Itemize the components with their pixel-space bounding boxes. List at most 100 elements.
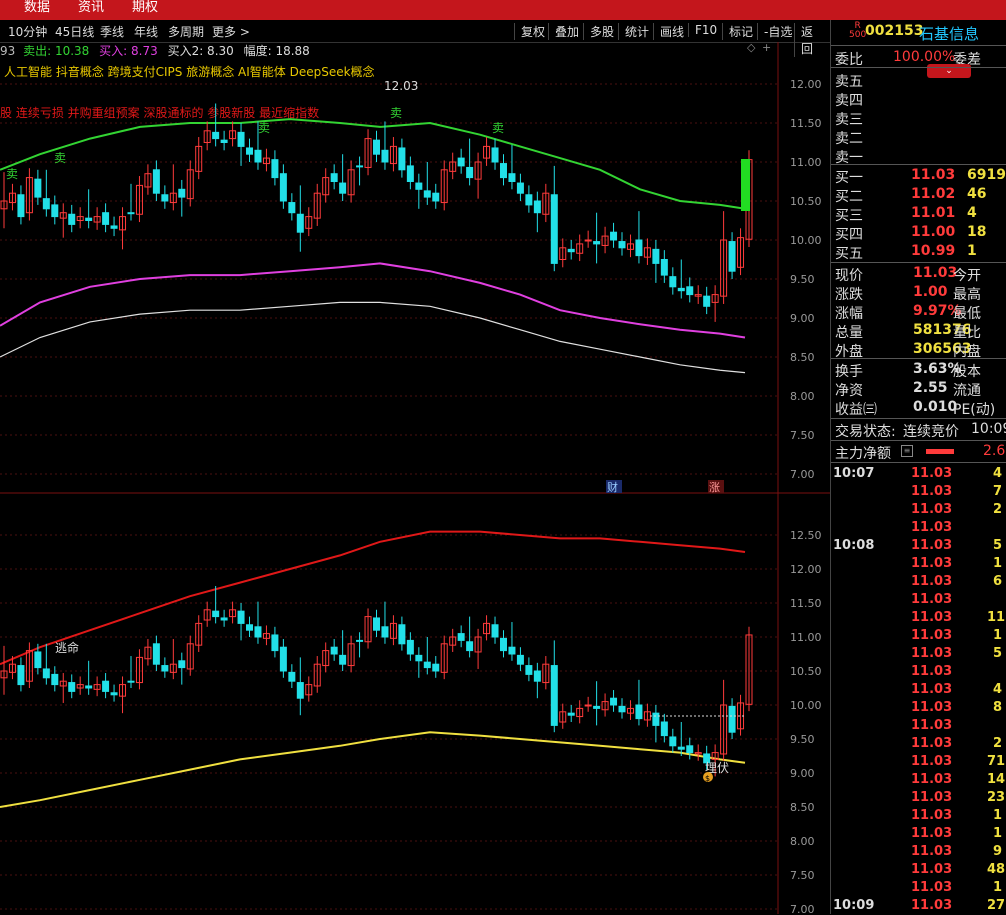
tick-row: 11.03 71: [831, 753, 1006, 771]
fund-label: 净资: [835, 383, 863, 399]
candle-body: [703, 295, 711, 307]
candle-body: [584, 239, 592, 242]
bid-level-row: 买三 11.01 4: [831, 204, 1006, 224]
quote-row: 涨幅 9.97% 最低: [831, 302, 1006, 322]
candle-body: [415, 654, 423, 662]
stock-code: 002153: [865, 23, 924, 39]
coin-icon-label: $: [705, 774, 710, 783]
price-tick-label: 7.50: [790, 869, 815, 882]
candle-body: [652, 712, 660, 726]
candle-body: [423, 661, 431, 669]
candle-body: [660, 259, 668, 276]
main-net-icon: ≡: [901, 445, 913, 457]
candle-body: [373, 617, 380, 631]
ma-red-line: [0, 530, 746, 666]
candle-body: [669, 736, 677, 747]
candle-body: [42, 198, 50, 210]
candle-body: [491, 147, 499, 163]
tick-row: 11.03 1: [831, 825, 1006, 843]
candle-body: [373, 139, 380, 155]
tick-price: 11.03: [911, 592, 953, 607]
ask-level-row: 卖二: [831, 127, 1006, 147]
tick-price: 11.03: [911, 718, 953, 733]
fund-label: 收益㈢: [835, 402, 877, 418]
candle-body: [635, 704, 643, 720]
candle-body: [499, 163, 507, 179]
candle-body: [339, 182, 347, 194]
price-tick-label: 10.00: [790, 699, 822, 712]
escape-signal-label: 逃命: [55, 640, 79, 655]
candle-body: [457, 633, 465, 641]
tick-row: 11.03 1: [831, 555, 1006, 573]
sell-signal-label: 卖: [390, 106, 402, 120]
price-tick-label: 7.50: [790, 429, 815, 442]
tick-price: 11.03: [911, 700, 953, 715]
price-tick-label: 12.50: [790, 529, 822, 542]
ask-label: 卖三: [835, 112, 863, 128]
tick-row: 11.03 9: [831, 843, 1006, 861]
tick-price: 11.03: [911, 520, 953, 535]
tick-row: 11.03 1: [831, 627, 1006, 645]
kline-chart[interactable]: 12.00 11.50 11.00 10.50 10.00 9.50 9.00 8.50 8.0…: [0, 0, 830, 914]
candle-body: [567, 248, 575, 253]
price-tick-label: 9.00: [790, 312, 815, 325]
candle-body: [567, 712, 575, 716]
candle-body: [728, 241, 736, 272]
fund-right-label: 流通: [953, 383, 981, 399]
bid-price: 11.03: [911, 167, 956, 183]
tick-price: 11.03: [911, 844, 953, 859]
candle-body: [398, 147, 406, 171]
tick-row: 11.03 14: [831, 771, 1006, 789]
tick-volume: 8: [993, 700, 1003, 715]
ma-magenta-line: [0, 262, 746, 339]
candle-body: [381, 626, 389, 638]
ask-level-row: 卖五: [831, 70, 1006, 90]
tick-row: 11.03 2: [831, 501, 1006, 519]
tick-volume: 48: [987, 862, 1006, 877]
candle-body: [237, 131, 245, 147]
candle-body: [593, 241, 601, 245]
tick-volume: 9: [993, 844, 1003, 859]
bid-level-row: 买四 11.00 18: [831, 223, 1006, 243]
candle-body: [610, 697, 618, 706]
price-tick-label: 8.00: [790, 390, 815, 403]
candle-body: [237, 610, 245, 624]
ask-label: 卖四: [835, 93, 863, 109]
tick-row: 10:09 11.03 27: [831, 897, 1006, 915]
tick-price: 11.03: [911, 574, 953, 589]
candle-body: [288, 202, 296, 214]
bid-label: 买二: [835, 189, 863, 205]
tick-volume: 7: [993, 484, 1003, 499]
candle-body: [85, 217, 93, 222]
price-tick-label: 10.00: [790, 234, 822, 247]
bid-level-row: 买二 11.02 46: [831, 185, 1006, 205]
main-net-value: 2.6: [983, 443, 1006, 459]
price-tick-label: 8.50: [790, 351, 815, 364]
fund-row: 净资 2.55 流通: [831, 379, 1006, 399]
price-tick-label: 10.50: [790, 195, 822, 208]
tick-row: 10:08 11.03 5: [831, 537, 1006, 555]
bid-price: 11.01: [911, 205, 956, 221]
tick-volume: 11: [987, 610, 1006, 625]
candle-body: [102, 680, 110, 692]
price-tick-label: 10.50: [790, 665, 822, 678]
ask-label: 卖五: [835, 74, 863, 90]
tick-time: 10:07: [833, 466, 875, 481]
bid-label: 买四: [835, 227, 863, 243]
tick-row: 11.03: [831, 717, 1006, 735]
candle-body: [508, 173, 516, 182]
candle-body: [68, 213, 76, 225]
zhang-badge-label: 涨: [709, 481, 720, 494]
tick-row: 11.03 5: [831, 645, 1006, 663]
candle-body: [356, 165, 364, 168]
quote-row: 涨跌 1.00 最高: [831, 283, 1006, 303]
limit-up-bar: [741, 159, 750, 211]
candle-body: [423, 190, 431, 198]
bid-volume: 69194: [967, 167, 1006, 183]
tick-volume: 6: [993, 574, 1003, 589]
tick-row: 11.03 4: [831, 681, 1006, 699]
candle-body: [457, 157, 465, 167]
price-tick-label: 11.00: [790, 156, 822, 169]
tick-price: 11.03: [911, 502, 953, 517]
wei-bi-value: 100.00%: [893, 49, 956, 65]
